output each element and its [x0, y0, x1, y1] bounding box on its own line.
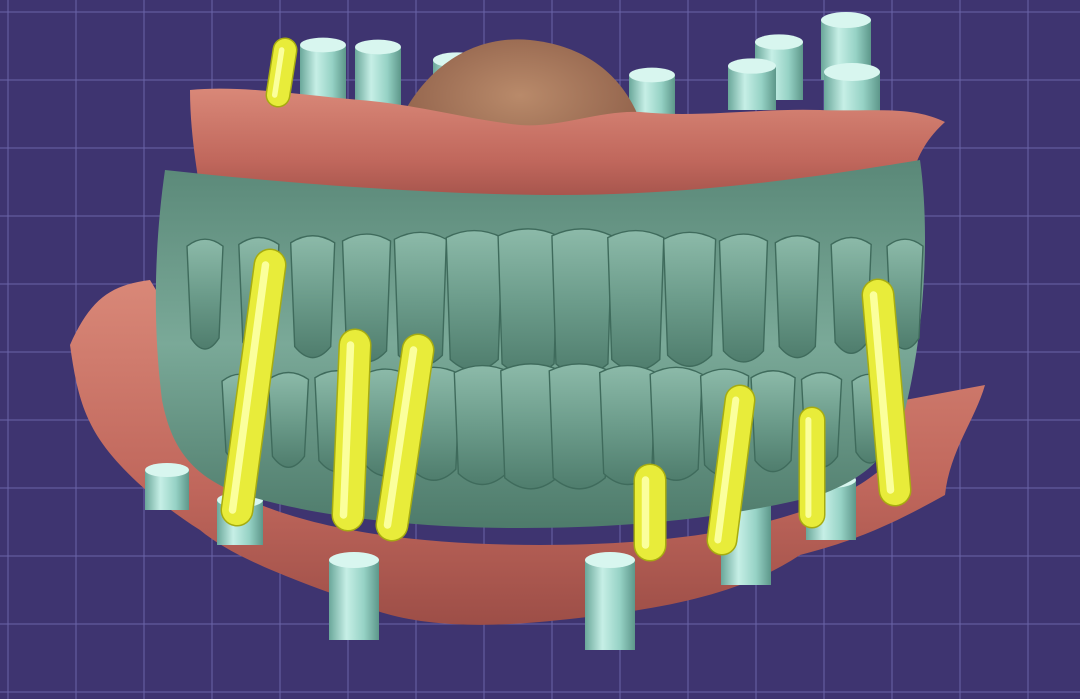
upper-tooth [186, 238, 224, 350]
upper-tooth [551, 228, 613, 376]
upper-tooth [445, 229, 503, 372]
lower-tooth [267, 371, 310, 468]
implant-pin [331, 328, 372, 532]
upper-tooth [774, 235, 821, 359]
lower-abutment [145, 462, 189, 510]
implant-pin [633, 463, 667, 562]
upper-tooth [662, 231, 717, 367]
upper-abutment [355, 39, 401, 110]
implant-pin [798, 406, 826, 529]
implant-pin [265, 37, 298, 108]
upper-tooth [718, 233, 769, 363]
upper-tooth [289, 235, 336, 359]
upper-tooth [497, 228, 559, 376]
lower-tooth [750, 370, 796, 473]
lower-tooth [649, 366, 703, 481]
dental-model-scene[interactable] [0, 0, 1080, 699]
lower-abutment [585, 552, 635, 650]
lower-abutment [329, 552, 379, 640]
upper-tooth [607, 229, 665, 372]
upper-abutment [728, 58, 776, 110]
implant-pin [861, 278, 912, 507]
3d-viewport[interactable] [0, 0, 1080, 699]
